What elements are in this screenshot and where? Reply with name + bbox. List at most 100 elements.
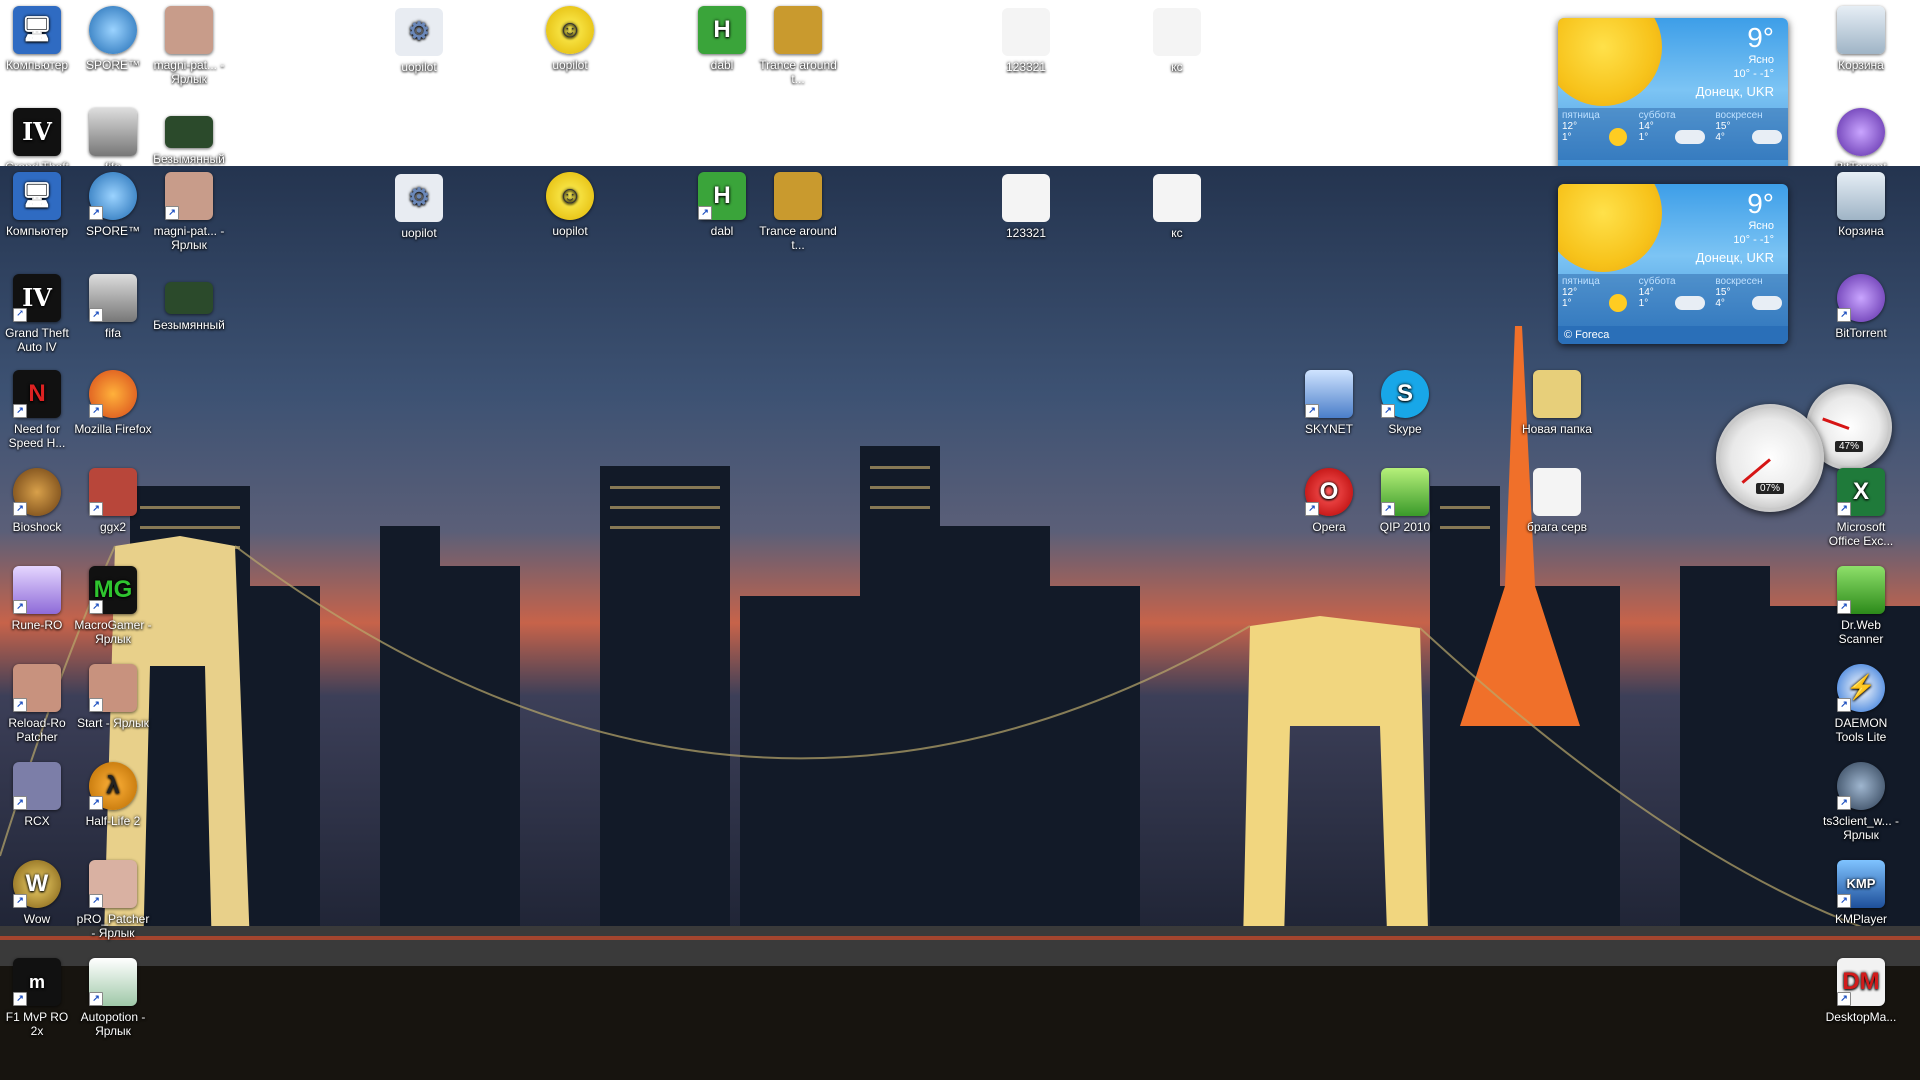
shortcut-arrow-icon: ↗ xyxy=(13,894,27,908)
gear-file-icon: ⚙ xyxy=(395,8,443,56)
desktop-icon-firefox[interactable]: ↗ Mozilla Firefox xyxy=(74,370,152,436)
cpu-gauge[interactable]: 07% xyxy=(1716,404,1824,512)
desktop-icon-bioshock[interactable]: ↗ Bioshock xyxy=(0,468,76,534)
desktop-icon-skynet[interactable]: ↗ SKYNET xyxy=(1290,370,1368,436)
desktop-icon-half-life[interactable]: λ ↗ Half-Life 2 xyxy=(74,762,152,828)
anime-avatar-icon: ↗ xyxy=(89,860,137,908)
mvp-icon: m ↗ xyxy=(13,958,61,1006)
desktop-icon-magni-top[interactable]: magni-pat... - Ярлык xyxy=(150,6,228,86)
cloud-icon xyxy=(1675,130,1706,144)
desktop-icon-recycle-bin[interactable]: Корзина xyxy=(1822,172,1900,238)
anime-avatar-icon: ↗ xyxy=(13,664,61,712)
folder-icon xyxy=(774,6,822,54)
fifa-icon: ↗ xyxy=(89,274,137,322)
desktop-icon-fifa[interactable]: ↗ fifa xyxy=(74,274,152,340)
desktop-icon-drweb[interactable]: ↗ Dr.Web Scanner xyxy=(1822,566,1900,646)
fifa-icon xyxy=(89,108,137,156)
desktop-icon-ts3client[interactable]: ↗ ts3client_w... - Ярлык xyxy=(1822,762,1900,842)
desktop-icon-desktopmate[interactable]: DM ↗ DesktopMa... xyxy=(1822,958,1900,1024)
desktop-icon-skype[interactable]: S ↗ Skype xyxy=(1366,370,1444,436)
desktop-icon-trance-top[interactable]: Trance around t... xyxy=(759,6,837,86)
desktop-icon-opera[interactable]: O ↗ Opera xyxy=(1290,468,1368,534)
desktop-icon-ks-top[interactable]: кс xyxy=(1138,8,1216,74)
desktop-icon-dabl[interactable]: H ↗ dabl xyxy=(683,172,761,238)
panda-image-icon xyxy=(165,282,213,314)
desktop-icon-kmplayer[interactable]: KMP ↗ KMPlayer xyxy=(1822,860,1900,926)
desktop-icon-dabl-top[interactable]: H dabl xyxy=(683,6,761,72)
desktop-icon-trance[interactable]: Trance around t... xyxy=(759,172,837,252)
shortcut-arrow-icon: ↗ xyxy=(13,502,27,516)
desktop-icon-start[interactable]: ↗ Start - Ярлык xyxy=(74,664,152,730)
desktop-icon-daemon-tools[interactable]: ⚡ ↗ DAEMON Tools Lite xyxy=(1822,664,1900,744)
desktop-icon-magni-patcher[interactable]: ↗ magni-pat... - Ярлык xyxy=(150,172,228,252)
desktop-icon-gta[interactable]: IV ↗ Grand Theft Auto IV xyxy=(0,274,76,354)
bioshock-icon: ↗ xyxy=(13,468,61,516)
desktop-icon-autopotion[interactable]: ↗ Autopotion - Ярлык xyxy=(74,958,152,1038)
skype-icon: S ↗ xyxy=(1381,370,1429,418)
text-file-icon xyxy=(1002,174,1050,222)
shortcut-arrow-icon: ↗ xyxy=(1837,502,1851,516)
desktop-icon-recycle-top[interactable]: Корзина xyxy=(1822,6,1900,72)
recycle-bin-icon xyxy=(1837,6,1885,54)
folder-icon xyxy=(1533,370,1581,418)
shortcut-arrow-icon: ↗ xyxy=(1837,894,1851,908)
desktop-icon-macrogamer[interactable]: MG ↗ MacroGamer - Ярлык xyxy=(74,566,152,646)
recycle-bin-icon xyxy=(1837,172,1885,220)
desktop-icon-123321-top[interactable]: 123321 xyxy=(987,8,1065,74)
desktop-icon-ggx2[interactable]: ↗ ggx2 xyxy=(74,468,152,534)
desktop-icon-rune-ro[interactable]: ↗ Rune-RO xyxy=(0,566,76,632)
desktop-icon-pro-patcher[interactable]: ↗ pRO_Patcher - Ярлык xyxy=(74,860,152,940)
desktop-icon-computer-top[interactable]: 🖥 Компьютер xyxy=(0,6,76,72)
firefox-icon: ↗ xyxy=(89,370,137,418)
cloud-icon xyxy=(1752,296,1783,310)
desktop-icon-bezymyanny[interactable]: Безымянный xyxy=(150,282,228,332)
desktop-icon-spore-top[interactable]: SPORE™ xyxy=(74,6,152,72)
spore-icon xyxy=(89,6,137,54)
weather-gadget[interactable]: 9° Ясно 10° - -1° Донецк, UKR пятница 12°… xyxy=(1558,184,1788,344)
desktop-icon-uopilot-1[interactable]: ⚙ uopilot xyxy=(380,174,458,240)
desktop-icon-bittorrent-top[interactable]: BitTorrent xyxy=(1822,108,1900,166)
desktop-icon-ks[interactable]: кс xyxy=(1138,174,1216,240)
desktop-icon-excel[interactable]: X ↗ Microsoft Office Exc... xyxy=(1822,468,1900,548)
desktop-icon-f1-mvp[interactable]: m ↗ F1 MvP RO 2x xyxy=(0,958,76,1038)
weather-forecast: пятница 12° 1° суббота 14° 1° воскресен 15° 4° xyxy=(1558,274,1788,326)
desktop-icon-spore[interactable]: ↗ SPORE™ xyxy=(74,172,152,238)
shortcut-arrow-icon: ↗ xyxy=(89,206,103,220)
shortcut-arrow-icon: ↗ xyxy=(89,992,103,1006)
desktop-icon-rcx[interactable]: ↗ RCX xyxy=(0,762,76,828)
desktop-icon-nfs[interactable]: N ↗ Need for Speed H... xyxy=(0,370,76,450)
shortcut-arrow-icon: ↗ xyxy=(165,206,179,220)
desktop-icon-uopilot-2[interactable]: ☺ uopilot xyxy=(531,172,609,238)
sun-icon xyxy=(1608,128,1627,146)
cloud-icon xyxy=(1675,296,1706,310)
desktop-icon-wow[interactable]: W ↗ Wow xyxy=(0,860,76,926)
sun-icon xyxy=(1558,18,1662,106)
desktop-icon-123321[interactable]: 123321 xyxy=(987,174,1065,240)
text-file-icon xyxy=(1002,8,1050,56)
desktop-icon-computer[interactable]: 🖥 Компьютер xyxy=(0,172,76,238)
weather-condition: Ясно xyxy=(1748,220,1774,232)
shortcut-arrow-icon: ↗ xyxy=(1381,404,1395,418)
main-desktop: 🖥 Компьютер IV ↗ Grand Theft Auto IV N ↗ N… xyxy=(0,166,1920,1080)
desktop-icon-uopilot2-top[interactable]: ☺ uopilot xyxy=(531,6,609,72)
shortcut-arrow-icon: ↗ xyxy=(13,698,27,712)
anime-avatar-icon xyxy=(165,6,213,54)
desktop-icon-gta-top[interactable]: IV Grand Theft Auto IV xyxy=(0,108,76,166)
shortcut-arrow-icon: ↗ xyxy=(89,600,103,614)
anime-avatar-icon: ↗ xyxy=(13,762,61,810)
text-file-icon xyxy=(1153,174,1201,222)
weather-gadget-top[interactable]: 9° Ясно 10° - -1° Донецк, UKR пятница 12°… xyxy=(1558,18,1788,166)
desktop-icon-uopilot1-top[interactable]: ⚙ uopilot xyxy=(380,8,458,74)
desktop-icon-bezymyanny-top[interactable]: Безымянный xyxy=(150,116,228,166)
forecast-day: воскресен 15° 4° xyxy=(1711,108,1788,160)
desktop-icon-fifa-top[interactable]: fifa xyxy=(74,108,152,166)
desktop-icon-braga-serv[interactable]: брага серв xyxy=(1518,468,1596,534)
sun-icon xyxy=(1608,294,1627,312)
desktop-icon-reload-ro[interactable]: ↗ Reload-Ro Patcher xyxy=(0,664,76,744)
computer-icon: 🖥 xyxy=(13,6,61,54)
desktop-icon-new-folder[interactable]: Новая папка xyxy=(1518,370,1596,436)
desktop-icon-bittorrent[interactable]: ↗ BitTorrent xyxy=(1822,274,1900,340)
shortcut-arrow-icon: ↗ xyxy=(89,502,103,516)
desktop-icon-qip[interactable]: ↗ QIP 2010 xyxy=(1366,468,1444,534)
drweb-scanner-icon: ↗ xyxy=(1837,566,1885,614)
